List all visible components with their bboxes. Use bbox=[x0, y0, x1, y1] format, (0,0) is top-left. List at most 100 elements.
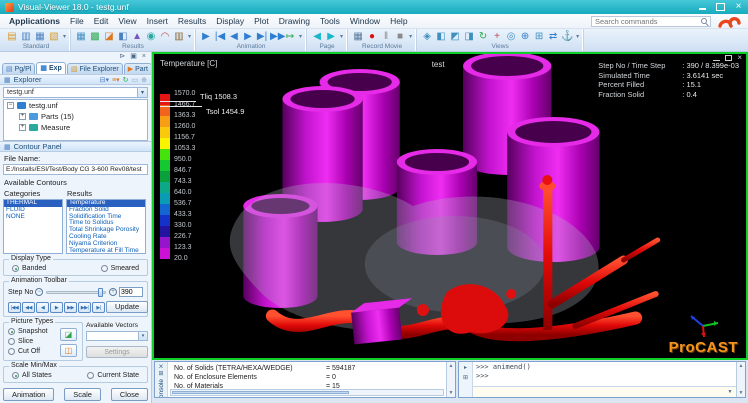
console-hscroll-thumb[interactable] bbox=[172, 391, 349, 394]
menu-item-help[interactable]: Help bbox=[385, 15, 412, 27]
top-view-icon[interactable]: ◩ bbox=[449, 31, 461, 42]
copy-icon[interactable]: ▦ bbox=[34, 31, 46, 42]
rotate-view-icon[interactable]: ↻ bbox=[477, 31, 489, 42]
front-view-icon[interactable]: ◧ bbox=[435, 31, 447, 42]
radio-snapshot[interactable]: Snapshot bbox=[8, 328, 48, 335]
layout-icon[interactable]: ⊟▾ bbox=[100, 76, 109, 84]
step-slider[interactable] bbox=[46, 291, 106, 294]
anchor-icon[interactable]: ⚓ bbox=[561, 31, 573, 42]
prev-frame-icon[interactable]: ◀ bbox=[228, 31, 240, 42]
new-page-icon[interactable]: ▭ bbox=[132, 76, 139, 84]
step-back-button[interactable]: ◀ bbox=[36, 302, 49, 313]
expander-icon[interactable]: + bbox=[19, 124, 26, 131]
scroll-down-icon[interactable]: ▼ bbox=[449, 390, 454, 396]
menu-item-edit[interactable]: Edit bbox=[89, 15, 114, 27]
menu-item-drawing[interactable]: Drawing bbox=[274, 15, 315, 27]
next-page-icon[interactable]: ▶ bbox=[325, 31, 337, 42]
tree-item-parts-15[interactable]: +Parts (15) bbox=[4, 111, 147, 122]
step-decrement-button[interactable]: − bbox=[35, 288, 43, 296]
menu-item-results[interactable]: Results bbox=[173, 15, 211, 27]
vectors-chevron-down-icon[interactable]: ▾ bbox=[138, 332, 147, 340]
vectors-combo[interactable]: ▾ bbox=[86, 331, 148, 341]
menu-item-insert[interactable]: Insert bbox=[142, 15, 173, 27]
vector-icon[interactable]: ▲ bbox=[131, 31, 143, 42]
result-temperature-at-fill-time[interactable]: Temperature at Fill Time bbox=[67, 248, 145, 254]
record-icon[interactable]: ● bbox=[366, 31, 378, 42]
fast-back-button[interactable]: ◀◀ bbox=[22, 302, 35, 313]
close-panel-button[interactable]: Close bbox=[111, 388, 148, 401]
radio-slice[interactable]: Slice bbox=[8, 338, 48, 345]
pan-icon[interactable]: ⇄ bbox=[547, 31, 559, 42]
stop-icon[interactable]: ■ bbox=[394, 31, 406, 42]
group-dropdown-icon[interactable]: ▾ bbox=[340, 33, 343, 40]
refresh-icon[interactable]: ↻ bbox=[123, 76, 129, 84]
probe-icon[interactable]: ◉ bbox=[145, 31, 157, 42]
center-view-icon[interactable]: ◎ bbox=[505, 31, 517, 42]
group-dropdown-icon[interactable]: ▾ bbox=[576, 33, 579, 40]
section-icon[interactable]: ◧ bbox=[117, 31, 129, 42]
step-increment-button[interactable]: + bbox=[109, 288, 117, 296]
expander-icon[interactable]: + bbox=[19, 113, 26, 120]
pause-icon[interactable]: ‖ bbox=[380, 31, 392, 42]
banded-contour-icon[interactable]: ◪ bbox=[103, 31, 115, 42]
step-input[interactable] bbox=[119, 287, 143, 297]
slice-tool-button[interactable]: ◪ bbox=[60, 328, 77, 341]
search-input[interactable] bbox=[595, 17, 701, 26]
search-icon[interactable] bbox=[701, 18, 707, 24]
radio-cut-off[interactable]: Cut Off bbox=[8, 348, 48, 355]
group-dropdown-icon[interactable]: ▾ bbox=[63, 33, 66, 40]
next-frame-icon[interactable]: ▶| bbox=[256, 31, 268, 42]
tree-item-measure[interactable]: +Measure bbox=[4, 122, 147, 133]
load-results-icon[interactable]: ▦ bbox=[75, 31, 87, 42]
scale-button[interactable]: Scale bbox=[64, 388, 101, 401]
radio-smeared[interactable]: Smeared bbox=[101, 265, 139, 272]
step-slider-handle[interactable] bbox=[98, 288, 103, 297]
menu-item-tools[interactable]: Tools bbox=[315, 15, 345, 27]
first-frame-button[interactable]: |◀◀ bbox=[8, 302, 21, 313]
prompt-history-icon[interactable]: ⊞ bbox=[463, 374, 468, 381]
contour-icon[interactable]: ▩ bbox=[89, 31, 101, 42]
scroll-up-icon[interactable]: ▲ bbox=[449, 363, 454, 369]
iso-view-icon[interactable]: ◈ bbox=[421, 31, 433, 42]
group-dropdown-icon[interactable]: ▾ bbox=[188, 33, 191, 40]
console-pin-icon[interactable]: ⊞ bbox=[158, 370, 163, 377]
prev-page-icon[interactable]: ◀ bbox=[311, 31, 323, 42]
tab-pg-pl[interactable]: ▤Pg/Pl bbox=[2, 63, 35, 74]
tree-item-testg-unf[interactable]: −testg.unf bbox=[4, 100, 147, 111]
search-box[interactable] bbox=[591, 16, 711, 27]
expander-icon[interactable]: − bbox=[7, 102, 14, 109]
command-history-chevron-icon[interactable]: ▼ bbox=[724, 389, 736, 395]
menu-item-file[interactable]: File bbox=[65, 15, 89, 27]
first-frame-icon[interactable]: |◀ bbox=[214, 31, 226, 42]
export-animation-icon[interactable]: ↦ bbox=[284, 31, 296, 42]
play-button[interactable]: ▶ bbox=[50, 302, 63, 313]
menu-item-applications[interactable]: Applications bbox=[4, 15, 65, 27]
category-none[interactable]: NONE bbox=[4, 214, 62, 221]
update-button[interactable]: Update bbox=[106, 301, 148, 313]
fast-forward-button[interactable]: ▶▶| bbox=[78, 302, 91, 313]
command-input[interactable] bbox=[473, 388, 724, 396]
animation-button[interactable]: Animation bbox=[3, 388, 54, 401]
radio-current-state[interactable]: Current State bbox=[87, 372, 139, 379]
cutoff-tool-button[interactable]: ◫ bbox=[60, 344, 77, 357]
tab-file-explorer[interactable]: ▧File Explorer bbox=[67, 63, 123, 74]
menu-item-window[interactable]: Window bbox=[345, 15, 385, 27]
chevron-down-icon[interactable]: ▾ bbox=[137, 88, 147, 97]
expand-all-icon[interactable]: ⊕ bbox=[141, 76, 147, 84]
command-vscrollbar[interactable]: ▲ ▼ bbox=[736, 362, 745, 397]
radio-banded[interactable]: Banded bbox=[12, 265, 46, 272]
camera-icon[interactable]: ▦ bbox=[352, 31, 364, 42]
step-forward-button[interactable]: ▶▶ bbox=[64, 302, 77, 313]
report-icon[interactable]: ▥ bbox=[173, 31, 185, 42]
sort-icon[interactable]: ≡▾ bbox=[112, 76, 120, 84]
axes-icon[interactable]: + bbox=[491, 31, 503, 42]
prompt-expand-icon[interactable]: ▸ bbox=[464, 364, 467, 371]
group-dropdown-icon[interactable]: ▾ bbox=[299, 33, 302, 40]
settings-button[interactable]: Settings bbox=[86, 346, 148, 358]
save-icon[interactable]: ▥ bbox=[20, 31, 32, 42]
last-frame-icon[interactable]: ▶▶ bbox=[270, 31, 282, 42]
viewport-3d[interactable]: test × Temperature [C] 1570.01466.71363.… bbox=[152, 52, 748, 360]
zoom-area-icon[interactable]: ⊞ bbox=[533, 31, 545, 42]
command-scroll-up-icon[interactable]: ▲ bbox=[739, 363, 744, 369]
fit-view-icon[interactable]: ⊕ bbox=[519, 31, 531, 42]
